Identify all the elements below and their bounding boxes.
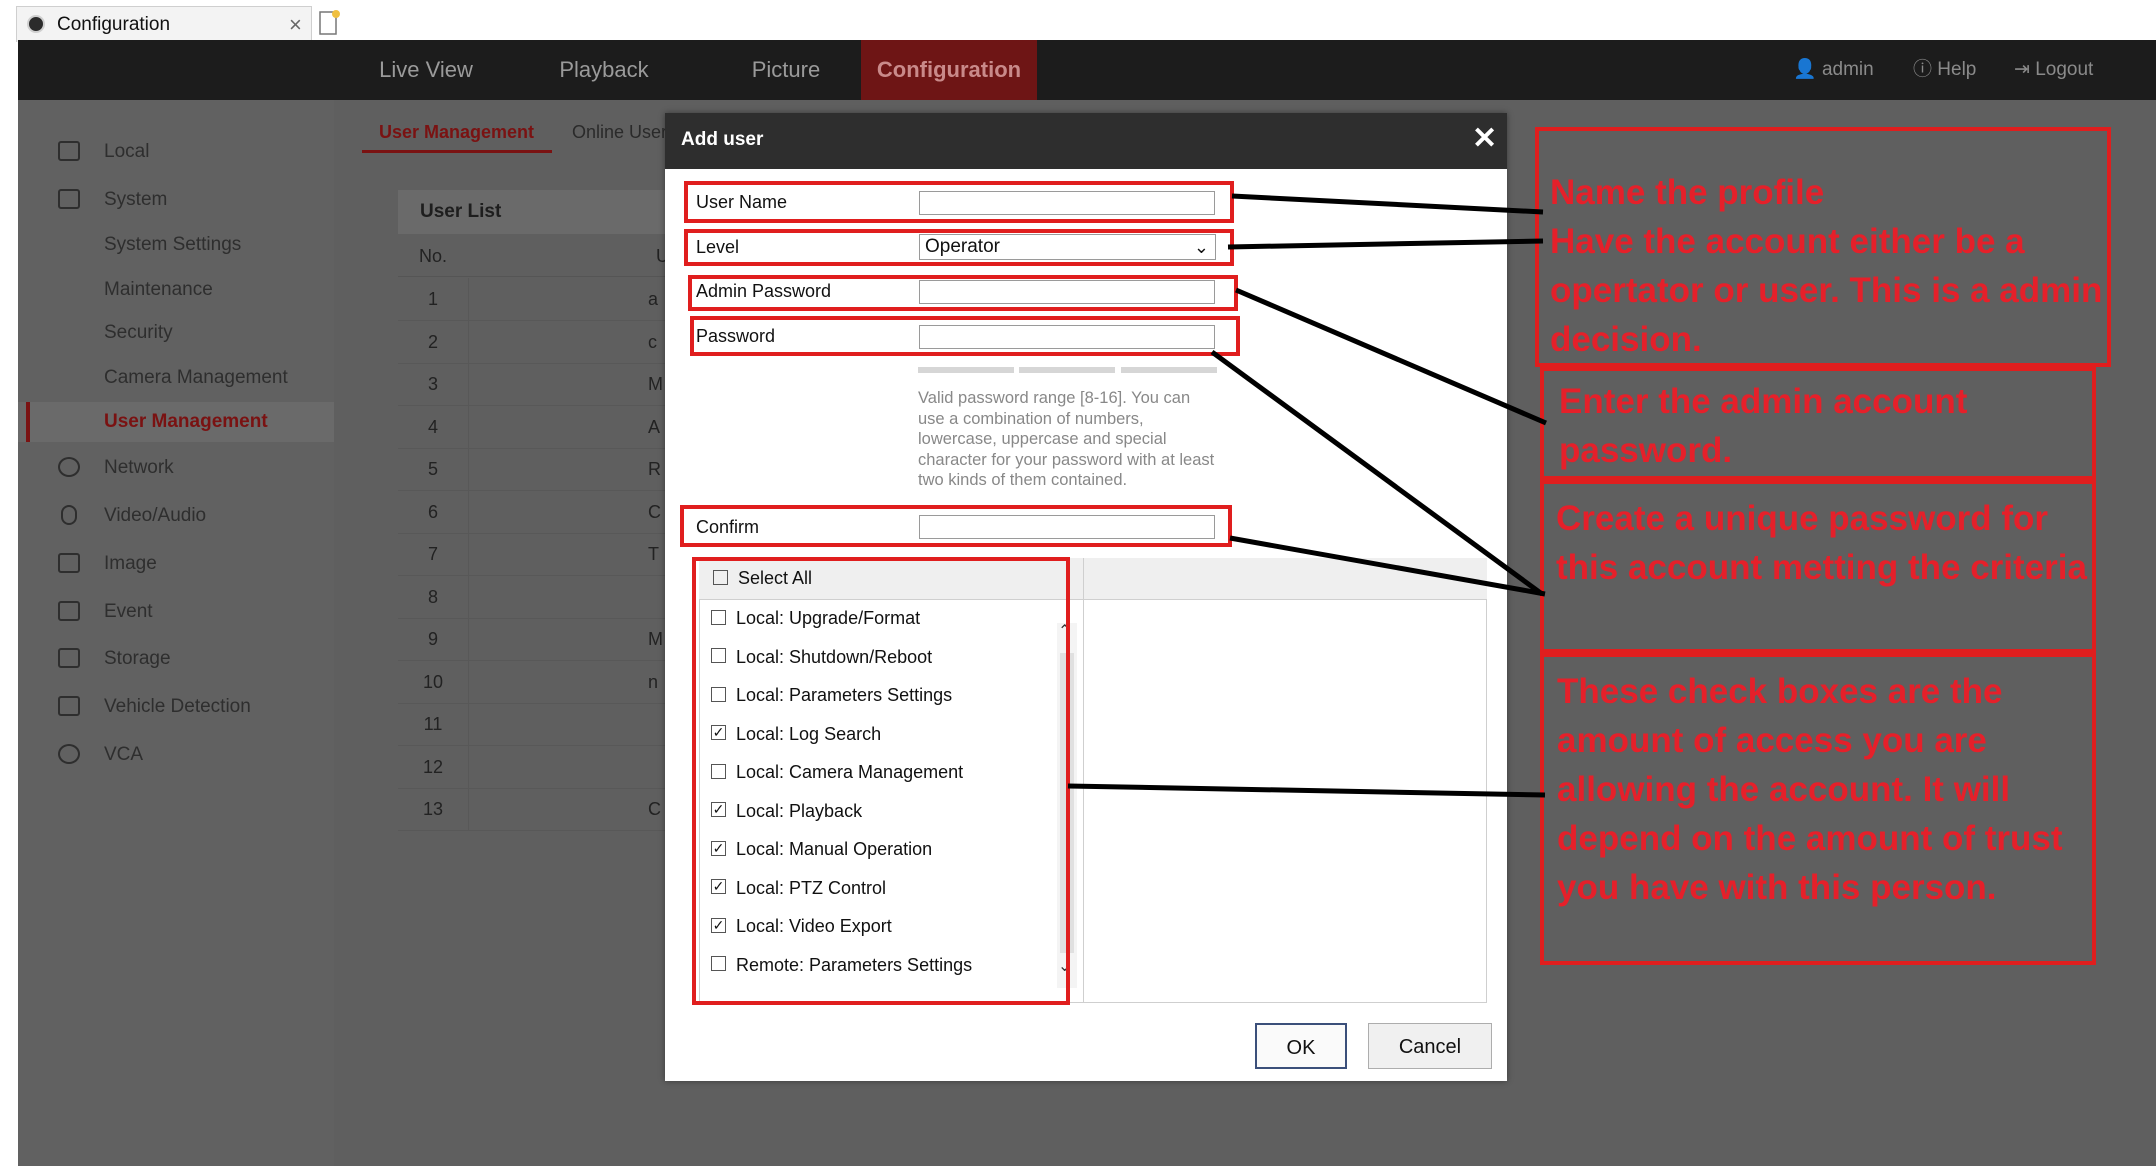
annotation-connector-lines [1067, 193, 1547, 798]
connector-level [1227, 238, 1544, 250]
connector-user-name [1231, 193, 1544, 215]
connector-permissions [1067, 783, 1546, 798]
connector-password [1210, 349, 1544, 597]
connector-confirm [1229, 535, 1546, 597]
